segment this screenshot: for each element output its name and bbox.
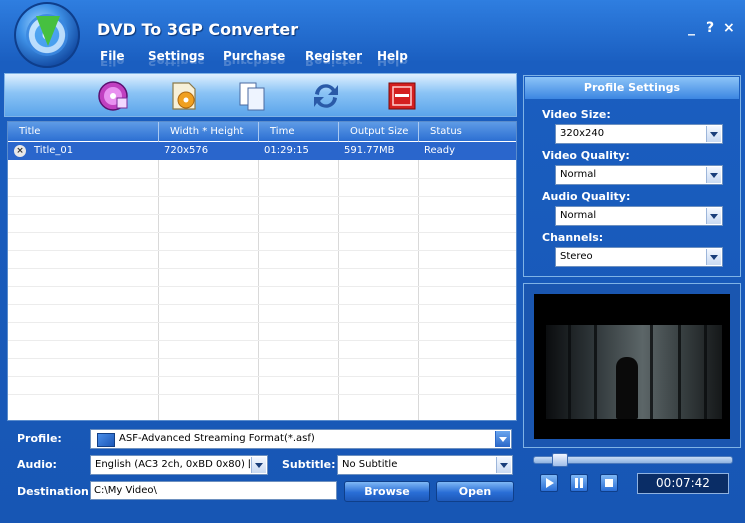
app-logo-icon xyxy=(14,2,80,68)
destination-label: Destination: xyxy=(17,485,94,498)
chevron-down-icon[interactable] xyxy=(706,126,721,142)
seek-slider[interactable] xyxy=(533,453,733,467)
video-preview xyxy=(534,294,730,439)
play-button[interactable] xyxy=(540,474,558,492)
profile-settings-panel: Profile Settings Video Size: 320x240 Vid… xyxy=(523,75,741,277)
cell-status: Ready xyxy=(424,145,456,156)
cell-time: 01:29:15 xyxy=(264,145,309,156)
preview-panel xyxy=(523,283,741,448)
video-quality-select[interactable]: Normal xyxy=(555,165,723,185)
table-row[interactable]: × Title_01 720x576 01:29:15 591.77MB Rea… xyxy=(8,142,516,160)
copy-icon[interactable] xyxy=(235,80,269,112)
stop-button[interactable] xyxy=(600,474,618,492)
close-button[interactable]: × xyxy=(723,20,735,36)
audio-label: Audio: xyxy=(17,458,57,471)
chevron-down-icon[interactable] xyxy=(251,457,266,473)
audio-quality-label: Audio Quality: xyxy=(542,190,631,203)
profile-select[interactable]: ASF-Advanced Streaming Format(*.asf) xyxy=(90,429,512,449)
destination-input[interactable] xyxy=(90,481,337,500)
stop-square-icon xyxy=(605,479,613,487)
subtitle-select[interactable]: No Subtitle xyxy=(337,455,513,475)
menu-settings[interactable]: Settings Settings xyxy=(148,49,205,68)
chevron-down-icon[interactable] xyxy=(706,249,721,265)
chevron-down-icon[interactable] xyxy=(706,208,721,224)
video-quality-label: Video Quality: xyxy=(542,149,630,162)
audio-select[interactable]: English (AC3 2ch, 0xBD 0x80) [0 xyxy=(90,455,268,475)
help-button[interactable]: ? xyxy=(706,20,714,36)
menu-file[interactable]: File File xyxy=(100,49,125,68)
film-icon xyxy=(97,433,115,447)
video-frame xyxy=(546,325,722,419)
stop-icon[interactable] xyxy=(385,80,419,112)
time-display: 00:07:42 xyxy=(637,473,729,494)
minimize-button[interactable]: _ xyxy=(688,20,695,36)
col-title[interactable]: Title xyxy=(8,122,159,141)
pause-icon xyxy=(575,478,583,488)
file-table: Title Width * Height Time Output Size St… xyxy=(7,121,517,421)
toolbar xyxy=(4,73,517,117)
col-output-size[interactable]: Output Size xyxy=(339,122,419,141)
remove-icon[interactable]: × xyxy=(14,145,26,157)
cell-output-size: 591.77MB xyxy=(344,145,395,156)
app-window: DVD To 3GP Converter _ ? × File File Sett… xyxy=(0,0,745,523)
cell-title: Title_01 xyxy=(34,145,74,156)
col-status[interactable]: Status xyxy=(419,122,516,141)
audio-quality-select[interactable]: Normal xyxy=(555,206,723,226)
convert-icon[interactable] xyxy=(309,80,343,112)
subtitle-label: Subtitle: xyxy=(282,458,336,471)
chevron-down-icon[interactable] xyxy=(496,457,511,473)
col-time[interactable]: Time xyxy=(259,122,339,141)
seek-thumb[interactable] xyxy=(552,453,569,467)
channels-label: Channels: xyxy=(542,231,604,244)
menu-register[interactable]: Register Register xyxy=(305,49,362,68)
browse-button[interactable]: Browse xyxy=(344,481,430,502)
load-dvd-icon[interactable] xyxy=(97,80,131,112)
window-title: DVD To 3GP Converter xyxy=(97,20,299,39)
profile-settings-header: Profile Settings xyxy=(525,77,739,99)
channels-select[interactable]: Stereo xyxy=(555,247,723,267)
video-size-select[interactable]: 320x240 xyxy=(555,124,723,144)
table-header: Title Width * Height Time Output Size St… xyxy=(8,122,516,141)
play-icon xyxy=(546,478,554,488)
cell-size: 720x576 xyxy=(164,145,209,156)
menu-help[interactable]: Help Help xyxy=(377,49,408,68)
pause-button[interactable] xyxy=(570,474,588,492)
video-size-label: Video Size: xyxy=(542,108,611,121)
col-size[interactable]: Width * Height xyxy=(159,122,259,141)
chevron-down-icon[interactable] xyxy=(495,431,510,447)
add-file-icon[interactable] xyxy=(167,80,201,112)
chevron-down-icon[interactable] xyxy=(706,167,721,183)
open-button[interactable]: Open xyxy=(436,481,514,502)
menu-purchase[interactable]: Purchase Purchase xyxy=(223,49,285,68)
profile-label: Profile: xyxy=(17,432,62,445)
